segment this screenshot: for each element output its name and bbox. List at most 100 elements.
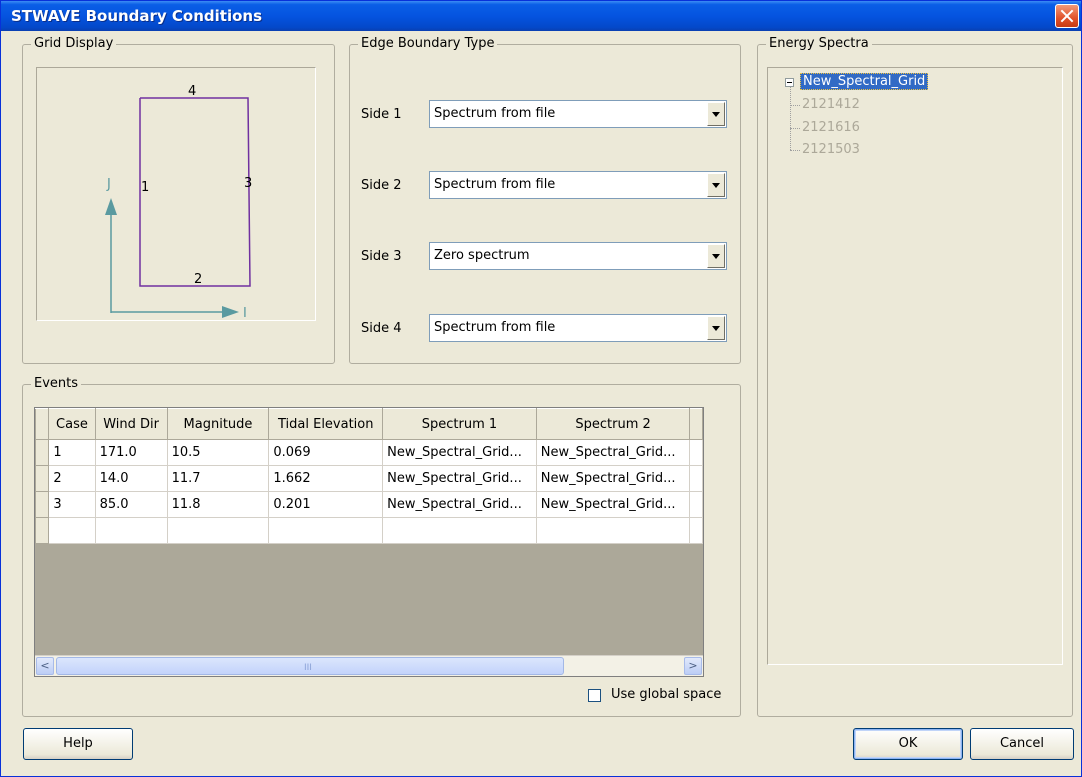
table-cell[interactable] [48,517,96,544]
column-header-magnitude[interactable]: Magnitude [166,408,270,440]
table-row[interactable]: 3 85.0 11.8 0.201 New_Spectral_Grid... N… [35,491,703,518]
side-3-select[interactable]: Zero spectrum [429,242,727,270]
collapse-icon[interactable] [785,78,794,87]
table-row[interactable] [35,517,703,544]
side-3-value: Zero spectrum [434,248,530,263]
side-4-value: Spectrum from file [434,320,556,335]
scroll-thumb[interactable]: III [56,657,564,675]
column-header-wind-dir[interactable]: Wind Dir [94,408,168,440]
chevron-down-icon[interactable] [707,102,725,126]
edge-boundary-group: Edge Boundary Type Side 1 Spectrum from … [349,36,741,364]
side-1-label: Side 1 [361,107,402,122]
tree-connector [790,150,800,151]
chevron-down-icon[interactable] [707,316,725,340]
scroll-right-button[interactable]: > [684,657,702,675]
grid-side-label-3: 3 [244,176,252,191]
side-2-select[interactable]: Spectrum from file [429,171,727,199]
i-axis-arrow [222,306,239,318]
grid-side-label-4: 4 [188,84,196,99]
table-cell[interactable]: 11.7 [166,465,270,492]
row-header[interactable] [35,491,50,518]
table-cell[interactable] [382,517,537,544]
table-cell[interactable]: New_Spectral_Grid... [535,491,691,518]
scroll-left-button[interactable]: < [36,657,54,675]
edge-boundary-label: Edge Boundary Type [358,36,498,51]
title-bar[interactable]: STWAVE Boundary Conditions [1,1,1081,31]
grid-side-label-2: 2 [194,272,202,287]
tree-child-item[interactable]: 2121412 [802,97,860,112]
grid-diagram: 4 1 3 2 J I [105,84,252,321]
side-2-value: Spectrum from file [434,177,556,192]
table-cell[interactable] [166,517,270,544]
side-4-select[interactable]: Spectrum from file [429,314,727,342]
table-row[interactable]: 1 171.0 10.5 0.069 New_Spectral_Grid... … [35,439,703,466]
table-cell[interactable]: 3 [48,491,96,518]
table-cell[interactable]: 171.0 [94,439,168,466]
table-cell[interactable] [268,517,384,544]
column-header-overflow [689,408,703,440]
tree-connector [790,128,800,129]
tree-child-item[interactable]: 2121503 [802,142,860,157]
table-cell [689,439,703,466]
table-cell[interactable]: 85.0 [94,491,168,518]
use-global-space-checkbox[interactable] [588,689,601,702]
table-cell[interactable]: 2 [48,465,96,492]
table-cell[interactable]: 14.0 [94,465,168,492]
events-table-container: Case Wind Dir Magnitude Tidal Elevation … [34,407,704,677]
column-header-spectrum-2[interactable]: Spectrum 2 [535,408,691,440]
row-header[interactable] [35,465,50,492]
chevron-right-icon: > [688,659,698,672]
table-cell[interactable] [535,517,691,544]
table-cell [689,465,703,492]
side-1-select[interactable]: Spectrum from file [429,100,727,128]
horizontal-scrollbar[interactable]: < III > [35,655,703,676]
row-header[interactable] [35,517,50,544]
tree-connector [790,105,800,106]
tree-child-item[interactable]: 2121616 [802,120,860,135]
side-2-label: Side 2 [361,178,402,193]
close-icon[interactable] [1055,4,1079,28]
table-cell[interactable]: 1 [48,439,96,466]
table-cell[interactable] [94,517,168,544]
table-cell[interactable]: New_Spectral_Grid... [382,439,537,466]
column-header-spectrum-1[interactable]: Spectrum 1 [382,408,537,440]
table-cell[interactable]: 0.069 [268,439,384,466]
side-1-value: Spectrum from file [434,106,556,121]
row-header-corner [35,408,50,440]
table-cell[interactable]: New_Spectral_Grid... [535,465,691,492]
table-cell[interactable]: 1.662 [268,465,384,492]
table-row[interactable]: 2 14.0 11.7 1.662 New_Spectral_Grid... N… [35,465,703,492]
dialog-window: STWAVE Boundary Conditions Grid Display … [0,0,1082,777]
chevron-left-icon: < [40,659,50,672]
j-axis-arrow [105,198,117,215]
events-group: Events Case Wind Dir Magnitude Tidal Ele… [22,376,741,717]
use-global-space-label[interactable]: Use global space [611,687,721,702]
energy-spectra-tree: New_Spectral_Grid 2121412 2121616 212150… [767,67,1063,665]
table-cell[interactable]: New_Spectral_Grid... [535,439,691,466]
row-header[interactable] [35,439,50,466]
events-label: Events [31,376,82,391]
table-cell [689,491,703,518]
grid-display-label: Grid Display [31,36,117,51]
cancel-button[interactable]: Cancel [970,728,1074,760]
window-title: STWAVE Boundary Conditions [11,7,263,25]
table-cell[interactable]: New_Spectral_Grid... [382,491,537,518]
table-cell[interactable]: 11.8 [166,491,270,518]
j-axis-label: J [106,177,111,192]
table-cell[interactable]: 0.201 [268,491,384,518]
ok-button[interactable]: OK [853,728,963,760]
column-header-case[interactable]: Case [48,408,96,440]
energy-spectra-group: Energy Spectra New_Spectral_Grid 2121412… [757,36,1073,717]
scroll-grip-icon: III [304,663,312,673]
energy-spectra-label: Energy Spectra [766,36,872,51]
tree-root-item[interactable]: New_Spectral_Grid [800,73,929,90]
table-cell[interactable]: 10.5 [166,439,270,466]
chevron-down-icon[interactable] [707,173,725,197]
chevron-down-icon[interactable] [707,244,725,268]
help-button[interactable]: Help [23,728,133,760]
table-cell[interactable]: New_Spectral_Grid... [382,465,537,492]
tree-connector [790,87,791,150]
grid-side-label-1: 1 [141,180,149,195]
column-header-tidal-elevation[interactable]: Tidal Elevation [268,408,384,440]
grid-display-group: Grid Display 4 1 3 2 J I [22,36,335,364]
